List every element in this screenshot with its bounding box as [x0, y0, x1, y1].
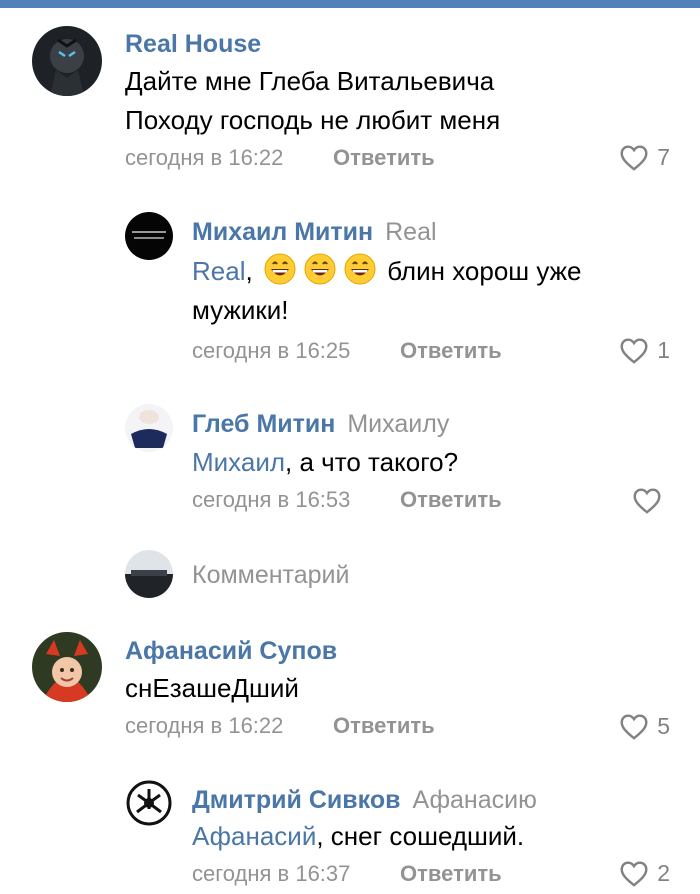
heart-icon [620, 144, 648, 171]
heart-icon [620, 713, 648, 740]
author-name-text: Глеб Митин [192, 410, 336, 438]
reply-to-label[interactable]: Афанасию [412, 786, 536, 814]
like-button[interactable]: 2 [619, 858, 670, 888]
like-count: 2 [657, 859, 670, 886]
like-button[interactable]: 5 [619, 711, 670, 741]
comment-line: Афанасий, снег сошедший. [192, 821, 525, 851]
like-count: 1 [657, 336, 670, 363]
heart-icon [620, 337, 648, 364]
comment-text: Дайте мне Глеба Витальевича Походу госпо… [125, 62, 500, 140]
timestamp: сегодня в 16:37 [192, 861, 351, 886]
author-name[interactable]: Михаил Митин Real [192, 218, 437, 247]
reply-button[interactable]: Ответить [400, 487, 502, 513]
mention-link[interactable]: Афанасий [192, 821, 316, 851]
comment-text: снЕзашеДший [125, 669, 299, 708]
like-count: 5 [657, 712, 670, 739]
comment-text: Михаил, а что такого? [192, 443, 458, 482]
reply-button[interactable]: Ответить [333, 145, 435, 171]
author-name[interactable]: Дмитрий Сивков Афанасию [192, 786, 537, 815]
comment-line: мужики! [192, 295, 289, 325]
mention-link[interactable]: Михаил [192, 447, 285, 477]
avatar[interactable] [125, 404, 173, 452]
reply-button[interactable]: Ответить [400, 861, 502, 887]
author-name[interactable]: Афанасий Супов [125, 637, 337, 666]
comment-text: Афанасий, снег сошедший. [192, 817, 524, 856]
comment-line: Дайте мне Глеба Витальевича [125, 66, 495, 96]
comment-line: Походу господь не любит меня [125, 105, 501, 135]
avatar[interactable] [125, 212, 173, 260]
timestamp: сегодня в 16:53 [192, 487, 351, 512]
heart-icon [633, 487, 661, 514]
comment-text: Real, блин хорош уже мужики! [192, 252, 582, 330]
like-button[interactable]: 7 [619, 142, 670, 172]
comment-line: Михаил, а что такого? [192, 447, 459, 477]
like-count: 7 [657, 143, 670, 170]
author-name-text: Михаил Митин [192, 218, 374, 246]
avatar[interactable] [32, 26, 102, 96]
timestamp: сегодня в 16:22 [125, 713, 284, 738]
avatar[interactable] [125, 779, 173, 827]
comment-line: снЕзашеДший [125, 673, 299, 703]
heart-icon [620, 860, 648, 887]
reply-button[interactable]: Ответить [333, 713, 435, 739]
yamaha-logo [125, 779, 173, 827]
grinning-emoji [344, 253, 376, 285]
like-button[interactable] [632, 485, 670, 515]
reply-to-label[interactable]: Real [385, 218, 436, 246]
reply-to-label[interactable]: Михаилу [347, 410, 449, 438]
comment-input[interactable]: Комментарий [192, 561, 349, 590]
avatar [125, 550, 173, 598]
comment-line: Real, блин хорош уже [192, 252, 582, 291]
grinning-emoji [304, 253, 336, 285]
author-name[interactable]: Real House [125, 30, 261, 59]
grinning-emoji [264, 253, 296, 285]
avatar[interactable] [32, 632, 102, 702]
like-button[interactable]: 1 [619, 335, 670, 365]
mention-link[interactable]: Real [192, 256, 245, 286]
top-accent-bar [0, 0, 700, 8]
author-name[interactable]: Глеб Митин Михаилу [192, 410, 449, 439]
timestamp: сегодня в 16:22 [125, 145, 284, 170]
timestamp: сегодня в 16:25 [192, 338, 351, 363]
author-name-text: Дмитрий Сивков [192, 786, 401, 814]
reply-button[interactable]: Ответить [400, 338, 502, 364]
